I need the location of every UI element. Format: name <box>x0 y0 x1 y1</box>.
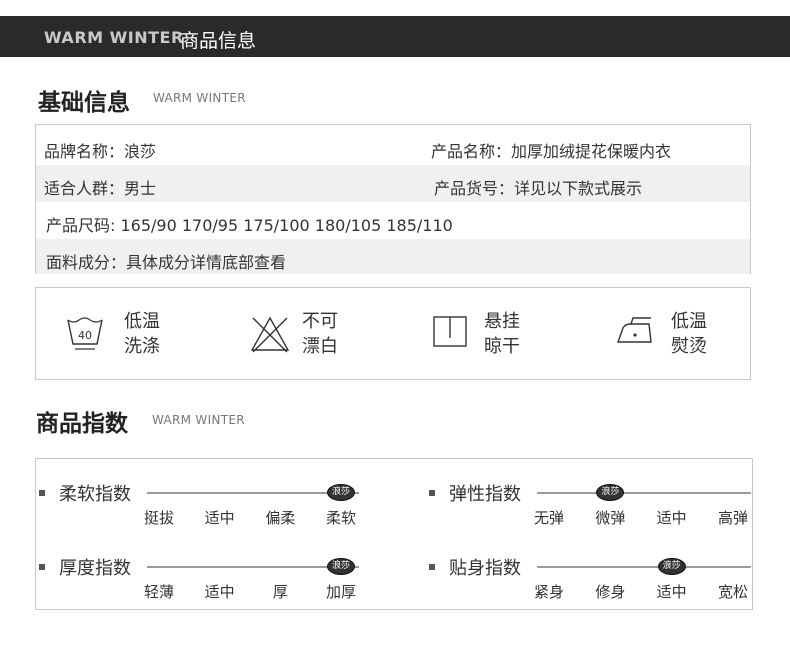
scale-label: 宽松 <box>718 583 749 601</box>
basic-info-title: 基础信息 <box>38 90 130 116</box>
scale-label: 适中 <box>204 509 235 527</box>
care-label-line1: 不可 <box>302 311 338 332</box>
care-item-hang-dry: 悬挂 晾干 <box>432 308 542 358</box>
scale-label: 无弹 <box>534 509 565 527</box>
index-name: 厚度指数 <box>59 558 131 579</box>
care-item-low-temp-wash: 40 低温 洗涤 <box>66 308 176 358</box>
fabric-composition: 面料成分：具体成分详情底部查看 <box>46 253 287 272</box>
index-fit: 贴身指数 浪莎 紧身 修身 适中 宽松 <box>429 554 751 604</box>
brand-name: 品牌名称：浪莎 <box>44 142 157 161</box>
header-english-title: WARM WINTER <box>44 28 184 47</box>
product-name: 产品名称：加厚加绒提花保暖内衣 <box>431 142 672 161</box>
product-index-title: 商品指数 <box>36 411 128 437</box>
scale-label: 微弹 <box>595 509 626 527</box>
care-label: 低温 洗涤 <box>124 309 160 359</box>
wash-temperature: 40 <box>78 329 92 342</box>
index-thickness: 厚度指数 浪莎 轻薄 适中 厚 加厚 <box>39 554 369 604</box>
index-marker: 浪莎 <box>657 558 686 575</box>
care-label-line2: 熨烫 <box>671 336 707 357</box>
index-softness: 柔软指数 浪莎 挺拔 适中 偏柔 柔软 <box>39 480 369 530</box>
scale-label: 挺拔 <box>144 509 175 527</box>
care-label-line1: 低温 <box>671 311 707 332</box>
info-row: 适合人群：男士 产品货号：详见以下款式展示 <box>36 165 750 202</box>
product-index-box: 柔软指数 浪莎 挺拔 适中 偏柔 柔软 弹性指数 浪莎 无弹 微弹 适中 高弹 … <box>35 458 753 610</box>
product-sizes: 产品尺码: 165/90 170/95 175/100 180/105 185/… <box>46 216 453 235</box>
scale-label: 修身 <box>595 583 626 601</box>
index-name: 贴身指数 <box>449 558 521 579</box>
info-row: 产品尺码: 165/90 170/95 175/100 180/105 185/… <box>36 202 750 239</box>
low-iron-icon <box>617 317 652 343</box>
care-label-line1: 悬挂 <box>484 311 520 332</box>
care-label: 低温 熨烫 <box>671 309 707 359</box>
product-index-subtitle: WARM WINTER <box>152 413 245 427</box>
care-item-low-temp-iron: 低温 熨烫 <box>615 308 735 358</box>
basic-info-table: 品牌名称：浪莎 产品名称：加厚加绒提花保暖内衣 适合人群：男士 产品货号：详见以… <box>35 124 751 274</box>
target-group: 适合人群：男士 <box>44 179 157 198</box>
bullet <box>429 564 435 570</box>
care-label-line2: 晾干 <box>484 336 520 357</box>
care-label-line2: 洗涤 <box>124 336 160 357</box>
scale-label: 高弹 <box>718 509 749 527</box>
care-item-no-bleach: 不可 漂白 <box>249 308 359 358</box>
scale-label: 紧身 <box>534 583 565 601</box>
scale-label: 加厚 <box>326 583 357 601</box>
care-instructions: 40 低温 洗涤 不可 漂白 悬挂 晾干 低温 熨烫 <box>35 287 751 380</box>
bullet <box>429 490 435 496</box>
header-title: 商品信息 <box>180 30 257 52</box>
hang-dry-icon <box>433 316 467 347</box>
scale-label: 适中 <box>656 583 687 601</box>
index-marker: 浪莎 <box>327 558 355 575</box>
index-elasticity: 弹性指数 浪莎 无弹 微弹 适中 高弹 <box>429 480 751 530</box>
index-track <box>537 566 751 568</box>
no-bleach-icon <box>250 316 290 353</box>
info-row: 面料成分：具体成分详情底部查看 <box>36 239 750 274</box>
product-code: 产品货号：详见以下款式展示 <box>434 179 643 198</box>
scale-label: 偏柔 <box>265 509 296 527</box>
scale-label: 厚 <box>272 583 288 601</box>
index-track <box>537 492 751 494</box>
index-name: 柔软指数 <box>59 484 131 505</box>
scale-label: 适中 <box>204 583 235 601</box>
header-bar: WARM WINTER 商品信息 <box>0 16 790 57</box>
care-label: 悬挂 晾干 <box>484 309 520 359</box>
scale-label: 轻薄 <box>144 583 175 601</box>
index-name: 弹性指数 <box>449 484 521 505</box>
scale-label: 柔软 <box>326 509 357 527</box>
basic-info-subtitle: WARM WINTER <box>153 91 246 105</box>
scale-label: 适中 <box>656 509 687 527</box>
care-label-line1: 低温 <box>124 311 160 332</box>
wash-40-icon: 40 <box>67 317 103 350</box>
care-label: 不可 漂白 <box>302 309 338 359</box>
info-row: 品牌名称：浪莎 产品名称：加厚加绒提花保暖内衣 <box>36 128 750 165</box>
care-label-line2: 漂白 <box>302 336 338 357</box>
bullet <box>39 490 45 496</box>
bullet <box>39 564 45 570</box>
index-marker: 浪莎 <box>596 484 625 501</box>
index-marker: 浪莎 <box>327 484 355 501</box>
